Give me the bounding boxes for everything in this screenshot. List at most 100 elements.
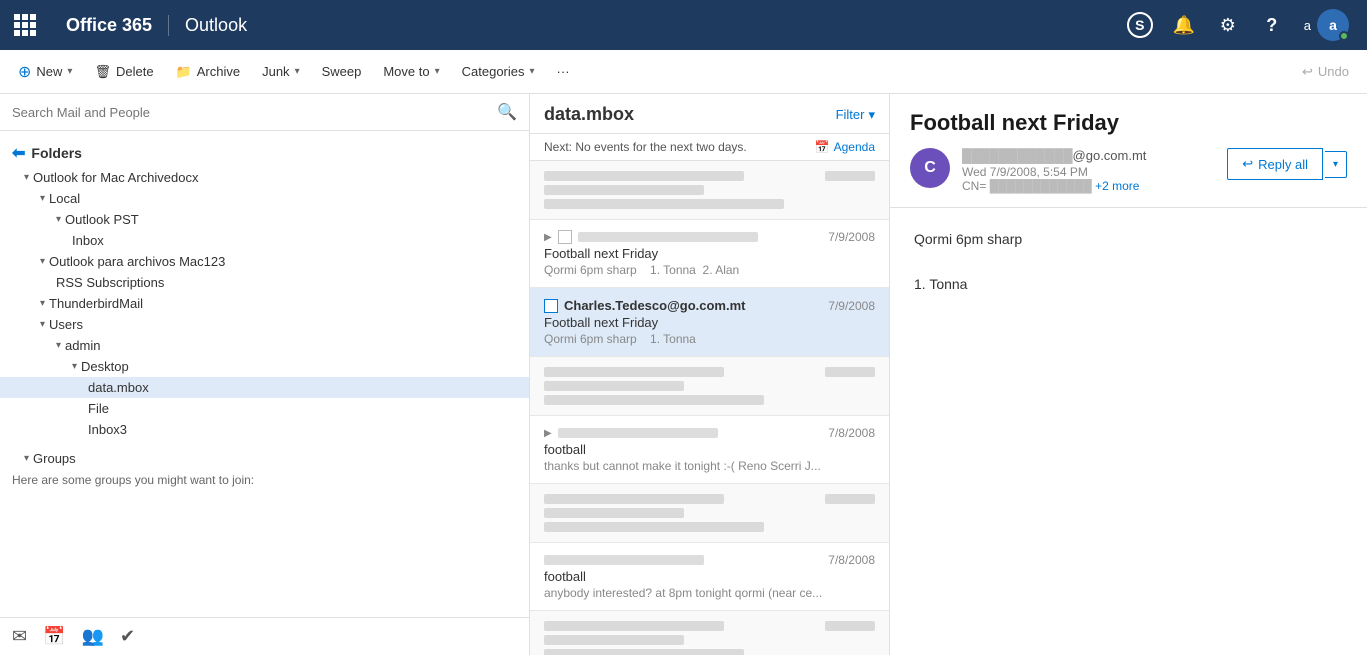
people-nav-icon[interactable]: 👥 [82,626,104,647]
user-menu[interactable]: a a [1296,5,1357,45]
search-input[interactable] [12,105,489,120]
main-layout: 🔍 ⬅ Folders ▾ Outlook for Mac Archivedoc… [0,94,1367,655]
moveto-dropdown-arrow: ▾ [435,66,440,77]
folders-header[interactable]: ⬅ Folders [0,139,529,167]
list-item[interactable]: Charles.Tedesco@go.com.mt 7/9/2008 Footb… [530,288,889,357]
sidebar: 🔍 ⬅ Folders ▾ Outlook for Mac Archivedoc… [0,94,530,655]
sidebar-item-label: Outlook para archivos Mac123 [49,254,225,269]
filter-label: Filter [836,107,865,122]
sender-cn: CN= ████████████ +2 more [962,179,1215,193]
folders-label: Folders [31,145,82,161]
reading-title: Football next Friday [910,110,1347,136]
sidebar-item-inbox[interactable]: Inbox [0,230,529,251]
email-checkbox[interactable] [558,230,572,244]
sidebar-item-label: Inbox3 [88,422,127,437]
settings-button[interactable]: ⚙ [1208,5,1248,45]
new-dropdown-arrow: ▾ [67,66,72,77]
email-preview: Qormi 6pm sharp 1. Tonna [544,332,875,346]
reading-pane: Football next Friday C ████████████@go.c… [890,94,1367,655]
email-date: 7/9/2008 [828,299,875,313]
expand-arrow-icon: ▾ [72,361,77,372]
calendar-nav-icon[interactable]: 📅 [43,626,65,647]
skype-button[interactable]: S [1120,5,1160,45]
list-item[interactable]: ▶ 7/8/2008 football thanks but cannot ma… [530,416,889,484]
sidebar-item-rss[interactable]: RSS Subscriptions [0,272,529,293]
sidebar-item-label: ThunderbirdMail [49,296,143,311]
sidebar-item-thunderbird[interactable]: ▾ ThunderbirdMail [0,293,529,314]
back-arrow-icon: ⬅ [12,143,25,163]
expand-arrow-icon: ▾ [24,453,29,464]
sidebar-item-label: Inbox [72,233,104,248]
undo-button[interactable]: ↩ Undo [1292,58,1359,86]
reply-all-button[interactable]: ↩ Reply all [1227,148,1323,180]
email-preview: anybody interested? at 8pm tonight qormi… [544,586,875,600]
email-list-header: data.mbox Filter ▾ [530,94,889,134]
sender-avatar: C [910,148,950,188]
top-bar: Office 365 Outlook S 🔔 ⚙ ? a a [0,0,1367,50]
sidebar-item-label: Outlook PST [65,212,139,227]
more-button[interactable]: ··· [547,58,580,85]
list-item[interactable]: ▶ 7/9/2008 Football next Friday Qormi 6p… [530,220,889,288]
help-button[interactable]: ? [1252,5,1292,45]
reading-header: Football next Friday C ████████████@go.c… [890,94,1367,208]
bottom-nav: ✉ 📅 👥 ✔ [0,617,529,655]
email-list: ▶ 7/9/2008 Football next Friday Qormi 6p… [530,161,889,655]
expand-arrow-icon: ▾ [56,340,61,351]
sidebar-item-outlook-pst[interactable]: ▾ Outlook PST [0,209,529,230]
bell-icon: 🔔 [1173,15,1195,36]
sidebar-item-inbox3[interactable]: Inbox3 [0,419,529,440]
reading-body: Qormi 6pm sharp 1. Tonna [890,208,1367,655]
expand-icon: ▶ [544,232,552,243]
groups-subtitle: Here are some groups you might want to j… [0,469,529,491]
categories-dropdown-arrow: ▾ [530,66,535,77]
search-bar: 🔍 [0,94,529,131]
trash-icon: 🗑 [94,64,111,80]
email-checkbox[interactable] [544,299,558,313]
sweep-button[interactable]: Sweep [312,58,372,85]
email-preview: thanks but cannot make it tonight :-( Re… [544,459,875,473]
archive-icon: 📁 [176,64,192,80]
moveto-button[interactable]: Move to ▾ [373,58,449,85]
sidebar-item-file[interactable]: File [0,398,529,419]
expand-arrow-icon: ▾ [40,298,45,309]
notifications-button[interactable]: 🔔 [1164,5,1204,45]
filter-button[interactable]: Filter ▾ [836,107,875,123]
delete-button[interactable]: 🗑 Delete [84,58,163,86]
list-item[interactable] [530,484,889,543]
sidebar-item-desktop[interactable]: ▾ Desktop [0,356,529,377]
help-icon: ? [1266,15,1277,36]
new-button[interactable]: ⊕ New ▾ [8,56,82,88]
categories-button[interactable]: Categories ▾ [452,58,545,85]
sidebar-item-users[interactable]: ▾ Users [0,314,529,335]
list-item[interactable] [530,611,889,655]
list-item[interactable] [530,357,889,416]
body-line-1: Qormi 6pm sharp [914,228,1343,250]
expand-arrow-icon: ▾ [40,193,45,204]
sidebar-item-label: File [88,401,109,416]
list-item[interactable] [530,161,889,220]
junk-button[interactable]: Junk ▾ [252,58,310,85]
waffle-menu[interactable] [0,0,50,50]
user-name: a [1304,18,1311,33]
sidebar-item-label: Local [49,191,80,206]
sender-row: C ████████████@go.com.mt Wed 7/9/2008, 5… [910,148,1347,193]
tasks-nav-icon[interactable]: ✔ [120,626,135,647]
agenda-button[interactable]: 📅 Agenda [815,140,875,154]
sidebar-item-admin[interactable]: ▾ admin [0,335,529,356]
more-recipients[interactable]: +2 more [1095,179,1139,193]
email-list-panel: data.mbox Filter ▾ Next: No events for t… [530,94,890,655]
sidebar-item-local[interactable]: ▾ Local [0,188,529,209]
toolbar: ⊕ New ▾ 🗑 Delete 📁 Archive Junk ▾ Sweep … [0,50,1367,94]
search-icon[interactable]: 🔍 [497,102,517,122]
sidebar-item-outlook-archivos[interactable]: ▾ Outlook para archivos Mac123 [0,251,529,272]
online-status [1339,31,1349,41]
sidebar-item-label: data.mbox [88,380,149,395]
sidebar-item-outlook-mac[interactable]: ▾ Outlook for Mac Archivedocx [0,167,529,188]
sidebar-item-data-mbox[interactable]: data.mbox [0,377,529,398]
list-item[interactable]: 7/8/2008 football anybody interested? at… [530,543,889,611]
mail-nav-icon[interactable]: ✉ [12,626,27,647]
archive-button[interactable]: 📁 Archive [166,58,251,86]
sidebar-item-groups[interactable]: ▾ Groups [0,448,529,469]
reply-icon: ↩ [1242,156,1253,172]
reply-dropdown-button[interactable]: ▾ [1325,151,1347,178]
